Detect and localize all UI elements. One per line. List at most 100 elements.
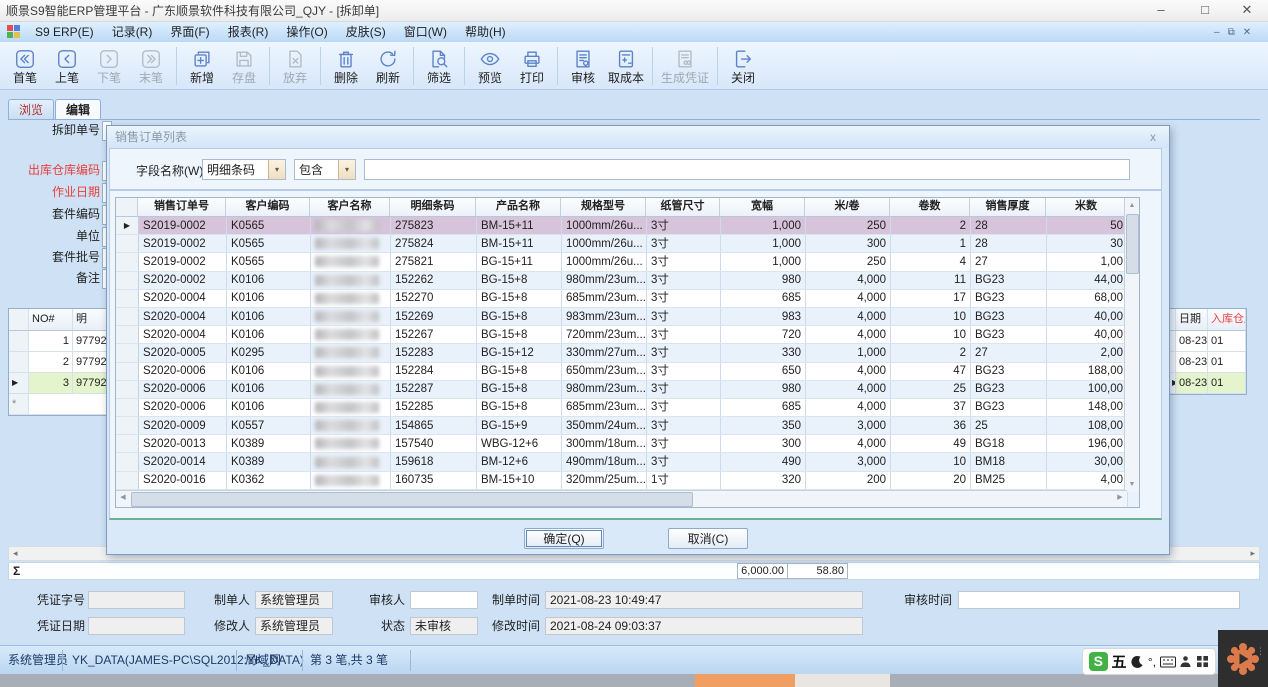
column-header-2[interactable]: 客户名称	[310, 198, 390, 216]
table-row[interactable]: S2020-0006K0106152285BG-15+8685mm/23um..…	[116, 399, 1139, 417]
table-row[interactable]: S2020-0009K0557154865BG-15+9350mm/24um..…	[116, 417, 1139, 435]
menu-item-3[interactable]: 报表(R)	[219, 22, 278, 42]
toolbar-button-cost[interactable]: 取成本	[604, 43, 648, 89]
grid-icon[interactable]	[1196, 655, 1209, 668]
row-selector[interactable]	[116, 272, 139, 289]
footer-field-修改人[interactable]: 系统管理员	[255, 617, 333, 635]
moon-icon[interactable]	[1130, 655, 1144, 669]
sogou-icon[interactable]: S	[1089, 652, 1108, 671]
column-header[interactable]: 入库仓库	[1208, 309, 1246, 330]
person-icon[interactable]	[1179, 655, 1192, 668]
footer-field-修改时间[interactable]: 2021-08-24 09:03:37	[545, 617, 863, 635]
row-selector[interactable]	[1169, 352, 1176, 372]
table-row[interactable]: S2020-0006K0106152287BG-15+8980mm/23um..…	[116, 381, 1139, 399]
table-row[interactable]: S2020-0014K0389159618BM-12+6490mm/18um..…	[116, 453, 1139, 471]
menu-item-6[interactable]: 窗口(W)	[395, 22, 456, 42]
scroll-down-icon[interactable]: ▼	[1125, 477, 1139, 492]
column-header-6[interactable]: 纸管尺寸	[646, 198, 720, 216]
column-header-10[interactable]: 销售厚度	[970, 198, 1046, 216]
toolbar-button-first[interactable]: 首笔	[4, 43, 46, 89]
dialog-close-icon[interactable]: x	[1145, 129, 1161, 145]
chevron-down-icon[interactable]: ▾	[268, 160, 285, 179]
table-row-new[interactable]: *	[9, 394, 111, 415]
search-input[interactable]	[364, 159, 1130, 180]
column-header-1[interactable]: 客户编码	[226, 198, 310, 216]
table-row[interactable]: S2020-0004K0106152267BG-15+8720mm/23um..…	[116, 326, 1139, 344]
row-selector[interactable]	[116, 326, 139, 343]
column-header-8[interactable]: 米/卷	[805, 198, 890, 216]
punctuation-mark[interactable]: °,	[1148, 655, 1156, 669]
table-row[interactable]: 08-2301	[1169, 352, 1246, 373]
grid-vertical-scrollbar[interactable]: ▲ ▼	[1124, 198, 1139, 492]
footer-field-审核时间[interactable]	[958, 591, 1240, 609]
table-row[interactable]: S2020-0013K0389157540WBG-12+6300mm/18um.…	[116, 435, 1139, 453]
window-maximize-button[interactable]: □	[1190, 0, 1220, 22]
corner-app-tile[interactable]: ⋮	[1218, 630, 1268, 687]
scroll-up-icon[interactable]: ▲	[1125, 198, 1139, 213]
operator-combo[interactable]: 包含 ▾	[294, 159, 356, 180]
footer-field-制单人[interactable]: 系统管理员	[255, 591, 333, 609]
row-selector[interactable]	[116, 399, 139, 416]
dialog-titlebar[interactable]: 销售订单列表	[107, 126, 1169, 148]
mdi-restore-icon[interactable]: ⧉	[1228, 27, 1235, 38]
row-selector[interactable]	[9, 352, 29, 372]
table-row[interactable]: ▶S2019-0002K0565275823BM-15+111000mm/26u…	[116, 217, 1139, 235]
mdi-close-icon[interactable]: ✕	[1243, 27, 1251, 38]
toolbar-button-preview[interactable]: 预览	[469, 43, 511, 89]
menu-item-2[interactable]: 界面(F)	[161, 22, 218, 42]
menu-item-1[interactable]: 记录(R)	[103, 22, 162, 42]
row-selector[interactable]	[116, 363, 139, 380]
table-row[interactable]: 297792	[9, 352, 111, 373]
row-selector[interactable]	[116, 308, 139, 325]
grid-horizontal-scrollbar[interactable]: ◀ ▶	[116, 490, 1127, 507]
chevron-down-icon[interactable]: ▾	[338, 160, 355, 179]
menu-item-4[interactable]: 操作(O)	[277, 22, 336, 42]
hscroll-thumb[interactable]	[131, 492, 693, 507]
scroll-right-icon[interactable]: ▸	[1250, 547, 1255, 560]
scroll-left-icon[interactable]: ◀	[116, 491, 130, 505]
toolbar-button-prev[interactable]: 上笔	[46, 43, 88, 89]
table-row[interactable]: S2020-0004K0106152269BG-15+8983mm/23um..…	[116, 308, 1139, 326]
toolbar-button-add[interactable]: 新增	[181, 43, 223, 89]
row-selector[interactable]	[116, 290, 139, 307]
table-row[interactable]: S2020-0002K0106152262BG-15+8980mm/23um..…	[116, 272, 1139, 290]
row-selector[interactable]	[116, 435, 139, 452]
toolbar-button-close[interactable]: 关闭	[722, 43, 764, 89]
toolbar-button-refresh[interactable]: 刷新	[367, 43, 409, 89]
row-selector[interactable]	[116, 381, 139, 398]
mdi-minimize-icon[interactable]: –	[1214, 27, 1220, 38]
table-row[interactable]: ▶397792	[9, 373, 111, 394]
table-row[interactable]: ▶08-2301	[1169, 373, 1246, 394]
menu-item-7[interactable]: 帮助(H)	[456, 22, 515, 42]
field-name-combo[interactable]: 明细条码 ▾	[202, 159, 286, 180]
tab-browse[interactable]: 浏览	[8, 99, 54, 120]
wubi-mode[interactable]: 五	[1112, 651, 1127, 672]
toolbar-button-audit[interactable]: 审核	[562, 43, 604, 89]
menu-item-0[interactable]: S9 ERP(E)	[26, 22, 103, 42]
row-selector[interactable]	[116, 417, 139, 434]
toolbar-button-print[interactable]: 打印	[511, 43, 553, 89]
vscroll-thumb[interactable]	[1126, 214, 1139, 274]
window-titlebar[interactable]: 顺景S9智能ERP管理平台 - 广东顺景软件科技有限公司_QJY - [拆卸单]	[0, 0, 1268, 22]
row-selector[interactable]	[116, 253, 139, 270]
menu-item-5[interactable]: 皮肤(S)	[337, 22, 395, 42]
column-header-0[interactable]: 销售订单号	[138, 198, 226, 216]
tab-edit[interactable]: 编辑	[55, 99, 101, 120]
mdi-window-controls[interactable]: – ⧉ ✕	[1214, 24, 1251, 40]
toolbar-button-delete[interactable]: 删除	[325, 43, 367, 89]
row-selector[interactable]	[116, 472, 139, 489]
row-selector[interactable]	[116, 344, 139, 361]
row-selector[interactable]	[9, 331, 29, 351]
table-row[interactable]: S2020-0016K0362160735BM-15+10320mm/25um.…	[116, 472, 1139, 490]
ok-button[interactable]: 确定(Q)	[524, 528, 604, 549]
toolbar-button-filter[interactable]: 筛选	[418, 43, 460, 89]
column-header-7[interactable]: 宽幅	[720, 198, 805, 216]
row-selector[interactable]	[116, 235, 139, 252]
row-selector[interactable]: ▶	[116, 217, 139, 234]
table-row[interactable]: 197792	[9, 331, 111, 352]
row-selector[interactable]: ▶	[9, 373, 29, 393]
row-selector[interactable]: ▶	[1169, 373, 1176, 393]
column-header-4[interactable]: 产品名称	[476, 198, 561, 216]
window-close-button[interactable]: ✕	[1232, 0, 1262, 22]
row-selector[interactable]	[116, 453, 139, 470]
